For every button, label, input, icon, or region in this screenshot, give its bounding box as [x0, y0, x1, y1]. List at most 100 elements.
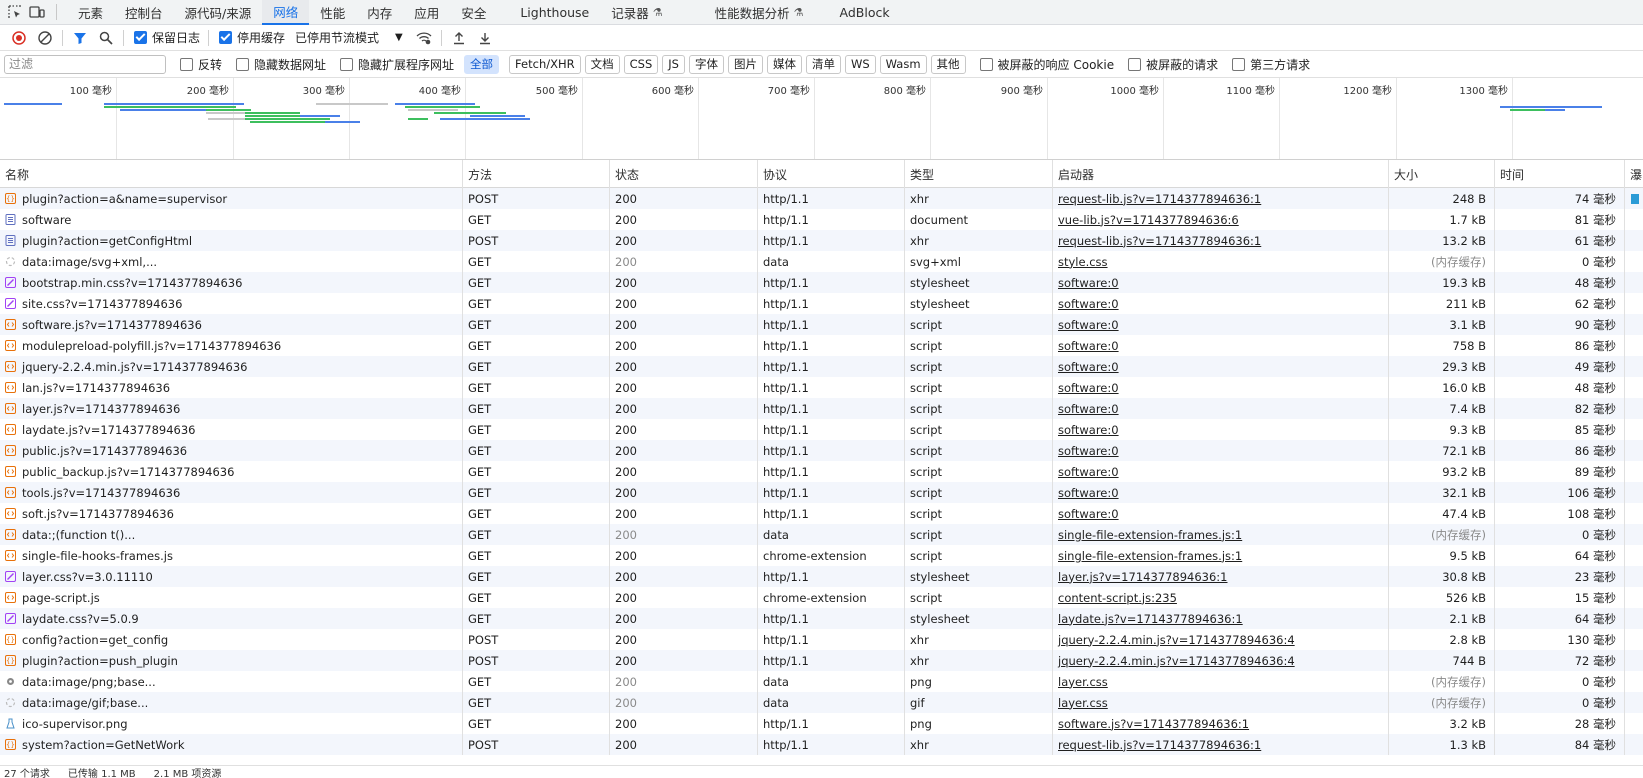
- column-header-method[interactable]: 方法: [463, 160, 610, 188]
- column-header-initiator[interactable]: 启动器: [1053, 160, 1389, 188]
- checkbox-checked-icon[interactable]: [219, 31, 233, 44]
- third-party-checkbox[interactable]: 第三方请求: [1232, 56, 1310, 73]
- checkbox-icon[interactable]: [340, 57, 354, 71]
- column-header-size[interactable]: 大小: [1389, 160, 1495, 188]
- throttling-select[interactable]: 已停用节流模式 ▼: [295, 29, 411, 46]
- initiator-link[interactable]: layer.css: [1058, 675, 1108, 689]
- column-header-waterfall[interactable]: 瀑: [1625, 160, 1643, 188]
- table-row[interactable]: {} plugin?action=push_plugin POST 200 http/1…: [0, 650, 1643, 671]
- table-row[interactable]: {} config?action=get_config POST 200 http/1.…: [0, 629, 1643, 650]
- column-header-time[interactable]: 时间: [1495, 160, 1625, 188]
- initiator-link[interactable]: single-file-extension-frames.js:1: [1058, 528, 1242, 542]
- initiator-link[interactable]: software.js?v=1714377894636:1: [1058, 717, 1249, 731]
- table-row[interactable]: single-file-hooks-frames.js GET 200 chrome-…: [0, 545, 1643, 566]
- tab-2[interactable]: 源代码/来源: [174, 0, 263, 25]
- initiator-link[interactable]: software:0: [1058, 318, 1119, 332]
- initiator-link[interactable]: single-file-extension-frames.js:1: [1058, 549, 1242, 563]
- tab-6[interactable]: 应用: [403, 0, 450, 25]
- column-header-type[interactable]: 类型: [905, 160, 1053, 188]
- initiator-link[interactable]: layer.js?v=1714377894636:1: [1058, 570, 1228, 584]
- initiator-link[interactable]: request-lib.js?v=1714377894636:1: [1058, 192, 1261, 206]
- disable-cache-checkbox[interactable]: 停用缓存: [219, 29, 285, 46]
- initiator-link[interactable]: jquery-2.2.4.min.js?v=1714377894636:4: [1058, 633, 1295, 647]
- tab-0[interactable]: 元素: [67, 0, 114, 25]
- initiator-link[interactable]: software:0: [1058, 402, 1119, 416]
- device-toolbar-icon[interactable]: [26, 0, 48, 25]
- search-icon[interactable]: [93, 26, 119, 50]
- table-row[interactable]: soft.js?v=1714377894636 GET 200 http/1.1 scr…: [0, 503, 1643, 524]
- initiator-link[interactable]: software:0: [1058, 381, 1119, 395]
- table-row[interactable]: site.css?v=1714377894636 GET 200 http/1.1 st…: [0, 293, 1643, 314]
- initiator-link[interactable]: software:0: [1058, 276, 1119, 290]
- filter-type-6[interactable]: 图片: [727, 54, 763, 74]
- initiator-link[interactable]: software:0: [1058, 507, 1119, 521]
- tab-4[interactable]: 性能: [309, 0, 356, 25]
- export-har-icon[interactable]: [472, 26, 498, 50]
- table-row[interactable]: jquery-2.2.4.min.js?v=1714377894636 GET 20…: [0, 356, 1643, 377]
- table-row[interactable]: {} plugin?action=a&name=supervisor POST 200…: [0, 188, 1643, 209]
- initiator-link[interactable]: software:0: [1058, 465, 1119, 479]
- tab-11[interactable]: AdBlock: [829, 0, 901, 25]
- filter-type-11[interactable]: 其他: [930, 54, 966, 74]
- checkbox-icon[interactable]: [1128, 57, 1142, 71]
- filter-type-10[interactable]: Wasm: [879, 54, 927, 74]
- column-header-name[interactable]: 名称: [0, 160, 463, 188]
- tab-1[interactable]: 控制台: [114, 0, 174, 25]
- network-overview[interactable]: 100 毫秒 200 毫秒 300 毫秒 400 毫秒 500 毫秒 600 毫秒 700 …: [0, 78, 1643, 160]
- network-conditions-icon[interactable]: [411, 26, 437, 50]
- table-row[interactable]: software GET 200 http/1.1 document vue-lib.js…: [0, 209, 1643, 230]
- filter-type-9[interactable]: WS: [844, 54, 876, 74]
- checkbox-icon[interactable]: [180, 57, 193, 71]
- filter-icon[interactable]: [67, 26, 93, 50]
- initiator-link[interactable]: jquery-2.2.4.min.js?v=1714377894636:4: [1058, 654, 1295, 668]
- table-row[interactable]: laydate.js?v=1714377894636 GET 200 http/1.1…: [0, 419, 1643, 440]
- table-row[interactable]: software.js?v=1714377894636 GET 200 http/1.…: [0, 314, 1643, 335]
- blocked-cookies-checkbox[interactable]: 被屏蔽的响应 Cookie: [979, 56, 1114, 73]
- hide-data-urls-checkbox[interactable]: 隐藏数据网址: [236, 56, 326, 73]
- tab-3[interactable]: 网络: [262, 0, 310, 25]
- column-header-protocol[interactable]: 协议: [758, 160, 905, 188]
- table-row[interactable]: layer.js?v=1714377894636 GET 200 http/1.1 sc…: [0, 398, 1643, 419]
- initiator-link[interactable]: software:0: [1058, 360, 1119, 374]
- table-row[interactable]: plugin?action=getConfigHtml POST 200 http/1…: [0, 230, 1643, 251]
- table-row[interactable]: page-script.js GET 200 chrome-extension scri…: [0, 587, 1643, 608]
- initiator-link[interactable]: layer.css: [1058, 696, 1108, 710]
- table-row[interactable]: tools.js?v=1714377894636 GET 200 http/1.1 sc…: [0, 482, 1643, 503]
- filter-type-0[interactable]: 全部: [464, 54, 500, 74]
- checkbox-icon[interactable]: [979, 57, 993, 71]
- filter-type-8[interactable]: 清单: [805, 54, 841, 74]
- table-row[interactable]: laydate.css?v=5.0.9 GET 200 http/1.1 stylesh…: [0, 608, 1643, 629]
- filter-input[interactable]: [4, 54, 166, 74]
- clear-button[interactable]: [32, 26, 58, 50]
- initiator-link[interactable]: software:0: [1058, 339, 1119, 353]
- table-row[interactable]: ico-supervisor.png GET 200 http/1.1 png softw…: [0, 713, 1643, 734]
- hide-extension-urls-checkbox[interactable]: 隐藏扩展程序网址: [340, 56, 454, 73]
- initiator-link[interactable]: request-lib.js?v=1714377894636:1: [1058, 234, 1261, 248]
- table-row[interactable]: layer.css?v=3.0.11110 GET 200 http/1.1 style…: [0, 566, 1643, 587]
- table-row[interactable]: data:image/png;base... GET 200 data png layer…: [0, 671, 1643, 692]
- filter-type-7[interactable]: 媒体: [766, 54, 802, 74]
- initiator-link[interactable]: laydate.js?v=1714377894636:1: [1058, 612, 1243, 626]
- filter-type-1[interactable]: Fetch/XHR: [509, 54, 581, 74]
- initiator-link[interactable]: software:0: [1058, 444, 1119, 458]
- invert-checkbox[interactable]: 反转: [180, 56, 222, 73]
- table-row[interactable]: modulepreload-polyfill.js?v=171437789463…: [0, 335, 1643, 356]
- filter-type-4[interactable]: JS: [662, 54, 685, 74]
- inspect-element-icon[interactable]: [4, 0, 26, 25]
- blocked-requests-checkbox[interactable]: 被屏蔽的请求: [1128, 56, 1218, 73]
- filter-type-5[interactable]: 字体: [688, 54, 724, 74]
- filter-type-3[interactable]: CSS: [623, 54, 659, 74]
- table-row[interactable]: data:;(function t()... GET 200 data script si…: [0, 524, 1643, 545]
- initiator-link[interactable]: software:0: [1058, 297, 1119, 311]
- tab-9[interactable]: 记录器 ⚗: [600, 0, 673, 25]
- table-row[interactable]: data:image/gif;base... GET 200 data gif layer…: [0, 692, 1643, 713]
- initiator-link[interactable]: request-lib.js?v=1714377894636:1: [1058, 738, 1261, 752]
- column-header-status[interactable]: 状态: [610, 160, 758, 188]
- table-row[interactable]: lan.js?v=1714377894636 GET 200 http/1.1 scri…: [0, 377, 1643, 398]
- checkbox-icon[interactable]: [1232, 57, 1246, 71]
- stop-recording-button[interactable]: [6, 26, 32, 50]
- table-row[interactable]: {} system?action=GetNetWork POST 200 http/1.…: [0, 734, 1643, 755]
- filter-type-2[interactable]: 文档: [584, 54, 620, 74]
- initiator-link[interactable]: software:0: [1058, 423, 1119, 437]
- tab-8[interactable]: Lighthouse: [509, 0, 600, 25]
